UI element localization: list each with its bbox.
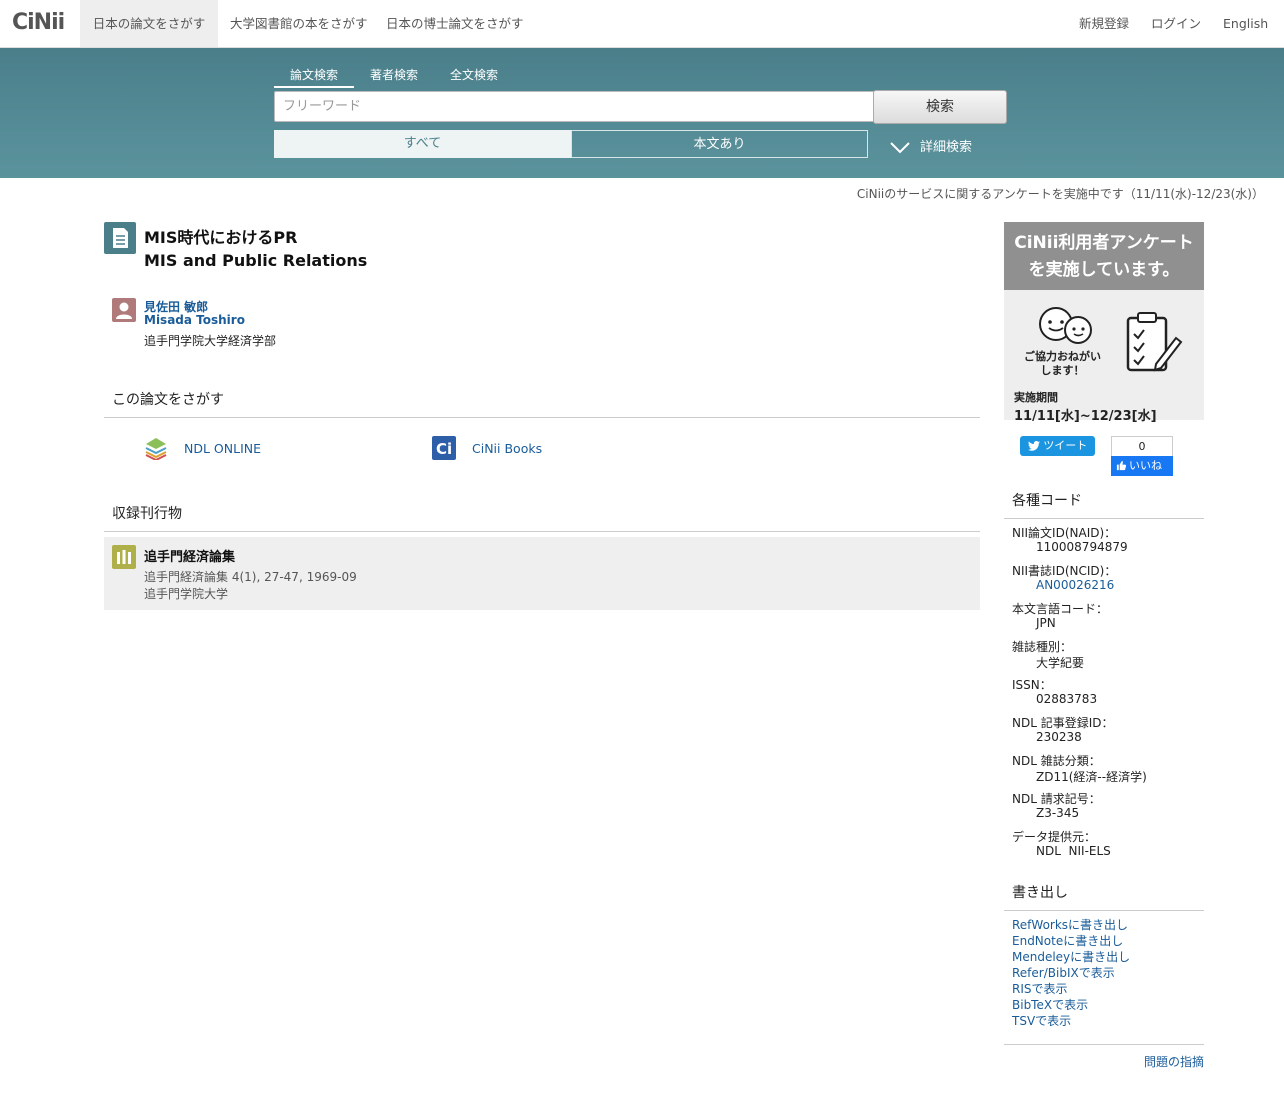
banner-period-label: 実施期間 bbox=[1014, 391, 1058, 404]
export-heading: 書き出し bbox=[1004, 882, 1204, 911]
ndl-online-link[interactable]: NDL ONLINE bbox=[184, 441, 261, 456]
sidebar-divider bbox=[1004, 1044, 1204, 1045]
advanced-search-label: 詳細検索 bbox=[920, 140, 973, 155]
find-section-heading: この論文をさがす bbox=[104, 389, 980, 418]
code-value-call-number: Z3-345 bbox=[1036, 806, 1080, 820]
chevron-down-icon bbox=[890, 141, 910, 153]
code-label-journal-type: 雑誌種別： bbox=[1012, 640, 1073, 654]
banner-period-dates: 11/11[水]~12/23[水] bbox=[1014, 409, 1157, 424]
cinii-books-link[interactable]: CiNii Books bbox=[472, 441, 542, 456]
code-value-language: JPN bbox=[1036, 616, 1056, 630]
ndl-online-icon bbox=[144, 436, 168, 462]
journal-citation: 追手門経済論集 4(1), 27-47, 1969-09 bbox=[144, 570, 357, 584]
code-value-data-source: NDL NII-ELS bbox=[1036, 844, 1111, 858]
survey-banner[interactable]: CiNii利用者アンケート を実施しています。 ご協力おねがい します！ 実施期… bbox=[1004, 222, 1204, 424]
code-value-journal-type: 大学紀要 bbox=[1036, 656, 1085, 670]
code-value-ndl-id: 230238 bbox=[1036, 730, 1082, 744]
code-label-ndl-class: NDL 雑誌分類： bbox=[1012, 754, 1101, 768]
journal-card: 追手門経済論集 追手門経済論集 4(1), 27-47, 1969-09 追手門… bbox=[104, 537, 980, 610]
export-refer-link[interactable]: Refer/BibIXで表示 bbox=[1012, 964, 1115, 981]
search-tab-authors[interactable]: 著者検索 bbox=[370, 66, 418, 83]
journal-icon bbox=[112, 545, 136, 569]
author-affiliation: 追手門学院大学経済学部 bbox=[144, 334, 277, 348]
code-label-ncid: NII書誌ID(NCID)： bbox=[1012, 564, 1117, 578]
register-link[interactable]: 新規登録 bbox=[1079, 0, 1129, 47]
like-count: 0 bbox=[1111, 436, 1173, 456]
author-name-en[interactable]: Misada Toshiro bbox=[144, 313, 245, 327]
search-input[interactable]: フリーワード bbox=[274, 91, 878, 122]
cinii-logo[interactable]: CiNii bbox=[12, 10, 65, 35]
codes-heading: 各種コード bbox=[1004, 490, 1204, 519]
code-label-data-source: データ提供元： bbox=[1012, 830, 1097, 844]
code-label-issn: ISSN： bbox=[1012, 678, 1052, 692]
code-value-ndl-class: ZD11(経済--経済学) bbox=[1036, 770, 1147, 784]
code-label-ndl-id: NDL 記事登録ID： bbox=[1012, 716, 1114, 730]
cinii-books-icon: Ci bbox=[432, 436, 456, 460]
facebook-like[interactable]: 0 いいね bbox=[1111, 436, 1173, 476]
banner-thanks: ご協力おねがい します！ bbox=[1024, 350, 1101, 378]
banner-thanks-1: ご協力おねがい bbox=[1024, 350, 1101, 363]
export-bibtex-link[interactable]: BibTeXで表示 bbox=[1012, 996, 1088, 1013]
search-tab-articles[interactable]: 論文検索 bbox=[274, 66, 354, 88]
filter-fulltext[interactable]: 本文あり bbox=[571, 130, 868, 158]
export-ris-link[interactable]: RISで表示 bbox=[1012, 980, 1068, 997]
nav-tab-dissertations[interactable]: 日本の博士論文をさがす bbox=[386, 0, 524, 47]
export-refworks-link[interactable]: RefWorksに書き出し bbox=[1012, 916, 1128, 933]
journal-section-heading: 収録刊行物 bbox=[104, 503, 980, 532]
banner-line-1: CiNii利用者アンケート bbox=[1014, 233, 1194, 253]
search-tab-fulltext[interactable]: 全文検索 bbox=[450, 66, 498, 83]
export-endnote-link[interactable]: EndNoteに書き出し bbox=[1012, 932, 1123, 949]
nav-tab-articles[interactable]: 日本の論文をさがす bbox=[80, 0, 218, 47]
survey-notice[interactable]: CiNiiのサービスに関するアンケートを実施中です（11/11(水)-12/23… bbox=[857, 185, 1264, 202]
banner-thanks-2: します！ bbox=[1040, 364, 1085, 377]
advanced-search-toggle[interactable]: 詳細検索 bbox=[890, 136, 972, 155]
tweet-button[interactable]: ツイート bbox=[1020, 436, 1095, 456]
author-avatar-icon bbox=[112, 298, 136, 322]
code-label-language: 本文言語コード： bbox=[1012, 602, 1109, 616]
journal-title[interactable]: 追手門経済論集 bbox=[144, 546, 235, 565]
chat-bubbles-icon bbox=[1039, 307, 1092, 344]
journal-publisher: 追手門学院大学 bbox=[144, 587, 229, 601]
code-value-ncid-link[interactable]: AN00026216 bbox=[1036, 578, 1114, 592]
english-link[interactable]: English bbox=[1223, 0, 1268, 47]
code-value-issn: 02883783 bbox=[1036, 692, 1098, 706]
svg-text:Ci: Ci bbox=[436, 440, 452, 458]
report-problem-link[interactable]: 問題の指摘 bbox=[1144, 1053, 1204, 1070]
code-label-naid: NII論文ID(NAID)： bbox=[1012, 526, 1117, 540]
nav-tab-books[interactable]: 大学図書館の本をさがす bbox=[230, 0, 368, 47]
banner-headline: CiNii利用者アンケート を実施しています。 bbox=[1004, 222, 1204, 290]
code-value-naid: 110008794879 bbox=[1036, 540, 1128, 554]
banner-line-2: を実施しています。 bbox=[1028, 260, 1180, 280]
search-button[interactable]: 検索 bbox=[873, 90, 1007, 124]
code-label-call-number: NDL 請求記号： bbox=[1012, 792, 1101, 806]
tweet-label: ツイート bbox=[1043, 439, 1088, 452]
filter-all[interactable]: すべて bbox=[274, 130, 571, 158]
top-nav: CiNii 日本の論文をさがす 大学図書館の本をさがす 日本の博士論文をさがす … bbox=[0, 0, 1284, 48]
login-link[interactable]: ログイン bbox=[1151, 0, 1201, 47]
like-label: いいね bbox=[1129, 459, 1162, 472]
like-button[interactable]: いいね bbox=[1111, 456, 1173, 476]
article-title-en: MIS and Public Relations bbox=[144, 251, 368, 270]
article-title-ja: MIS時代におけるPR bbox=[144, 228, 298, 247]
twitter-bird-icon bbox=[1027, 441, 1040, 451]
document-icon bbox=[104, 222, 136, 254]
clipboard-checklist-icon bbox=[1126, 312, 1183, 372]
export-mendeley-link[interactable]: Mendeleyに書き出し bbox=[1012, 948, 1130, 965]
export-tsv-link[interactable]: TSVで表示 bbox=[1012, 1012, 1071, 1029]
thumbs-up-icon bbox=[1116, 460, 1127, 471]
banner-period: 実施期間 11/11[水]~12/23[水] bbox=[1014, 389, 1204, 424]
search-band: 論文検索 著者検索 全文検索 フリーワード 検索 すべて 本文あり 詳細検索 bbox=[0, 48, 1284, 178]
